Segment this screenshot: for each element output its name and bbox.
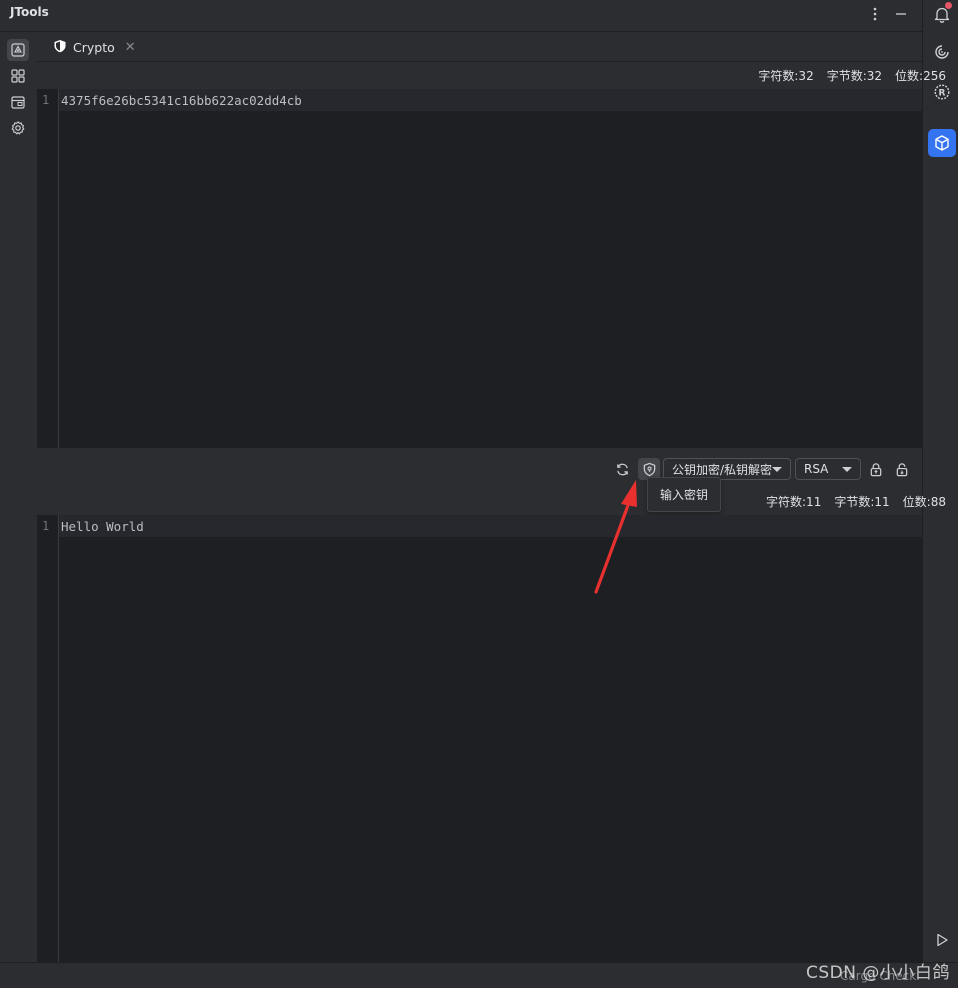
- annotation-arrow: [594, 480, 637, 594]
- shield-icon: [53, 38, 67, 57]
- tab-label: Crypto: [73, 40, 115, 55]
- crypto-mode-value: 公钥加密/私钥解密: [672, 462, 773, 477]
- run-play-icon[interactable]: [928, 926, 956, 954]
- tab-crypto[interactable]: Crypto ✕: [49, 33, 140, 62]
- bottom-stats-bar: 字符数:11 字节数:11 位数:88: [766, 491, 946, 511]
- decrypt-lock-icon[interactable]: [892, 459, 912, 479]
- close-icon[interactable]: ✕: [125, 40, 136, 55]
- editor-tab-bar: Crypto ✕: [37, 33, 922, 62]
- svg-text:R: R: [939, 89, 946, 99]
- notification-dot: [945, 2, 952, 9]
- ai-assistant-icon[interactable]: [928, 38, 956, 66]
- line-gutter: 1: [37, 89, 59, 448]
- tool-window-title: JTools: [10, 5, 49, 19]
- key-input-tooltip: 输入密钥: [647, 477, 721, 512]
- bottom-byte-count: 字节数:11: [834, 494, 890, 509]
- right-tool-strip: R: [922, 0, 958, 962]
- output-text: 4375f6e26bc5341c16bb622ac02dd4cb: [61, 93, 302, 108]
- left-tool-strip: [0, 33, 37, 961]
- bottom-bit-count: 位数:88: [902, 494, 946, 509]
- swap-refresh-icon[interactable]: [612, 459, 632, 479]
- line-number: 1: [42, 519, 50, 533]
- chevron-down-icon: [842, 467, 852, 472]
- bottom-char-count: 字符数:11: [766, 494, 822, 509]
- calendar-tool-icon[interactable]: [7, 91, 29, 113]
- top-stats-bar: 字符数:32 字节数:32 位数:256: [758, 65, 946, 85]
- current-line-highlight: [59, 515, 922, 537]
- line-gutter: 1: [37, 515, 59, 962]
- input-editor[interactable]: 1 Hello World: [37, 515, 922, 962]
- grid-tool-icon[interactable]: [7, 65, 29, 87]
- tool-window-header: JTools: [0, 0, 922, 32]
- top-byte-count: 字节数:32: [826, 68, 883, 83]
- input-text: Hello World: [61, 519, 144, 534]
- more-options-icon[interactable]: [865, 4, 885, 24]
- chevron-down-icon: [772, 467, 782, 472]
- top-char-count: 字符数:32: [758, 68, 814, 83]
- encrypt-lock-icon[interactable]: [866, 459, 886, 479]
- notifications-bell-icon[interactable]: [928, 0, 956, 28]
- watermark: CSDN @小小白鸽: [806, 963, 950, 983]
- minimize-icon[interactable]: [891, 4, 911, 24]
- line-number: 1: [42, 93, 50, 107]
- algorithm-select[interactable]: RSA: [795, 458, 861, 480]
- settings-gear-icon[interactable]: [7, 117, 29, 139]
- top-bit-count: 位数:256: [895, 68, 946, 83]
- algorithm-value: RSA: [804, 462, 829, 476]
- plugin-cube-icon[interactable]: [928, 129, 956, 157]
- crypto-tool-icon[interactable]: [7, 39, 29, 61]
- output-editor[interactable]: 1 4375f6e26bc5341c16bb622ac02dd4cb: [37, 89, 922, 448]
